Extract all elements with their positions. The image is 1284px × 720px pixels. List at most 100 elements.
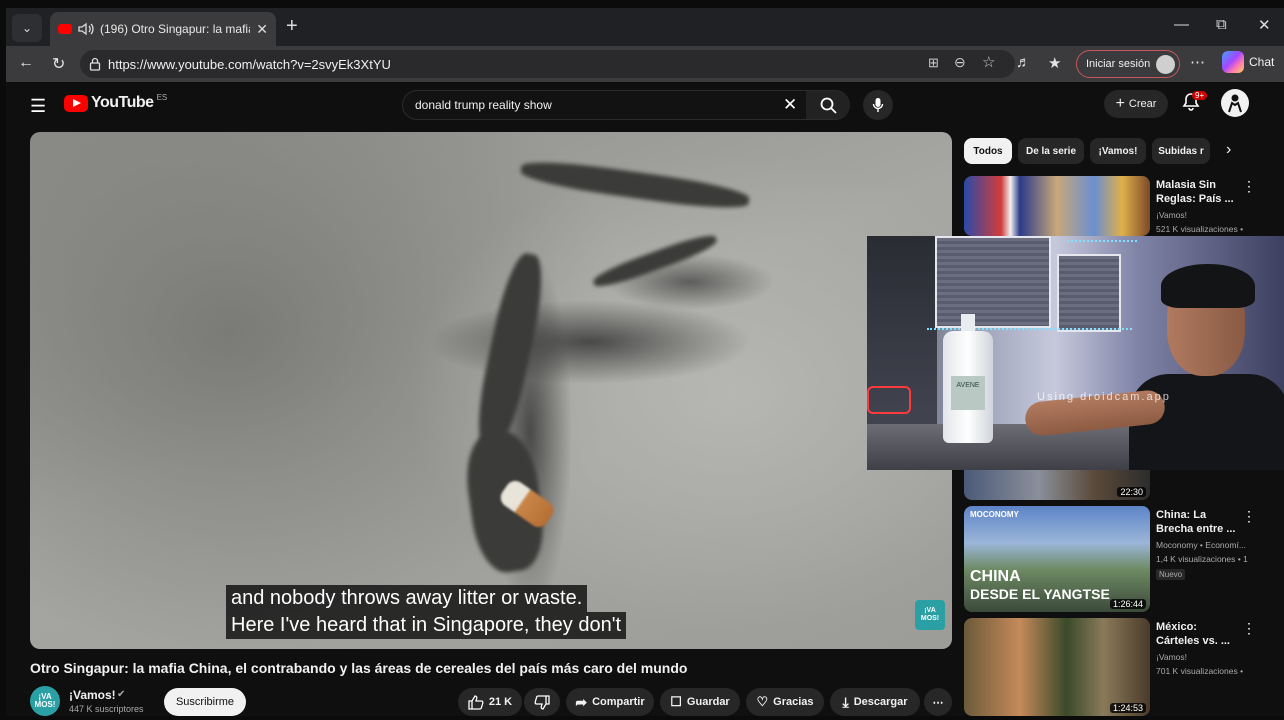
create-button[interactable]: + Crear	[1104, 90, 1168, 118]
video-duration: 1:24:53	[1109, 703, 1146, 713]
voice-search-button[interactable]	[863, 90, 893, 120]
reload-icon[interactable]: ↻	[52, 54, 65, 74]
thumbnail-text: DESDE EL YANGTSE	[970, 586, 1110, 602]
channel-watermark[interactable]: ¡VA MOS!	[915, 600, 945, 630]
microphone-icon	[872, 98, 884, 112]
pavement-crack	[590, 230, 720, 292]
signin-button[interactable]: Iniciar sesión	[1076, 50, 1180, 78]
thumbs-down-icon	[534, 694, 550, 710]
recommendation-channel[interactable]: ¡Vamos!	[1156, 208, 1256, 222]
recommendation-menu-icon[interactable]: ⋮	[1242, 508, 1256, 525]
close-window-icon[interactable]: ✕	[1258, 16, 1271, 34]
youtube-favicon-icon	[58, 24, 72, 34]
recommendation-thumbnail[interactable]: 1:24:53	[964, 618, 1150, 716]
subscribe-button[interactable]: Suscribirme	[164, 688, 246, 716]
notification-count-badge: 9+	[1192, 91, 1208, 100]
recommendation-channel[interactable]: Moconomy • Economí...	[1156, 538, 1256, 552]
channel-avatar[interactable]: ¡VA MOS!	[30, 686, 60, 716]
back-arrow-icon[interactable]: ←	[18, 54, 34, 72]
caption-overlay: and nobody throws away litter or waste. …	[226, 585, 627, 639]
dislike-button[interactable]	[524, 688, 560, 716]
like-button[interactable]: 21 K	[458, 688, 522, 716]
video-duration: 22:30	[1117, 487, 1146, 497]
url-text: https://www.youtube.com/watch?v=2svyEk3X…	[108, 57, 391, 72]
share-arrow-icon: ➦	[575, 693, 588, 710]
recommendation-thumbnail[interactable]	[964, 176, 1150, 236]
favorites-icon[interactable]: ★	[1048, 54, 1061, 72]
caption-line: and nobody throws away litter or waste.	[226, 585, 588, 612]
recommendation-views: 1,4 K visualizaciones • 1	[1156, 554, 1248, 564]
search-input[interactable]: donald trump reality show	[415, 98, 552, 112]
more-actions-button[interactable]: ⋯	[924, 688, 952, 716]
create-label: Crear	[1128, 98, 1157, 110]
verified-icon: ✔	[117, 689, 126, 700]
thumbs-up-icon	[468, 694, 484, 710]
person-silhouette-icon	[1228, 94, 1242, 113]
share-button[interactable]: ➦ Compartir	[566, 688, 654, 716]
save-label: Guardar	[686, 696, 730, 708]
bookmark-icon: ☐	[670, 694, 682, 709]
recommendation-channel[interactable]: ¡Vamos!	[1156, 650, 1256, 664]
recommendation-title[interactable]: China: La Brecha entre ...	[1156, 508, 1240, 536]
thanks-button[interactable]: ♡ Gracias	[746, 688, 824, 716]
recommendation-menu-icon[interactable]: ⋮	[1242, 178, 1256, 195]
chip-channel[interactable]: ¡Vamos!	[1090, 138, 1146, 164]
minimize-icon[interactable]: —	[1174, 16, 1189, 33]
channel-name[interactable]: ¡Vamos!	[69, 688, 116, 702]
clear-search-icon[interactable]: ✕	[783, 95, 797, 115]
chip-uploads[interactable]: Subidas r	[1152, 138, 1210, 164]
recommendation-views: 701 K visualizaciones •	[1156, 666, 1244, 676]
recommendation-thumbnail[interactable]: MOCONOMY CHINA DESDE EL YANGTSE 1:26:44	[964, 506, 1150, 612]
more-icon: ⋯	[932, 696, 944, 709]
chat-label: Chat	[1249, 55, 1275, 69]
download-button[interactable]: ⤓ Descargar	[830, 688, 920, 716]
download-label: Descargar	[853, 696, 908, 708]
window-shutter	[1057, 254, 1121, 332]
browser-tab-active[interactable]: (196) Otro Singapur: la mafia ✕	[50, 12, 276, 46]
thumbnail-brand: MOCONOMY	[970, 510, 1019, 519]
region-code: ES	[156, 92, 168, 102]
app-available-icon[interactable]: ⊞	[928, 55, 939, 71]
account-avatar[interactable]	[1221, 89, 1249, 117]
super-thanks-icon: ♡	[756, 694, 769, 709]
lock-icon	[89, 57, 101, 71]
zoom-icon[interactable]: ⊖	[954, 54, 966, 71]
youtube-logo[interactable]: YouTube ES	[64, 92, 168, 112]
search-button[interactable]	[806, 91, 850, 119]
recommendation-views: 521 K visualizaciones •	[1156, 224, 1244, 234]
hamburger-menu-icon[interactable]: ☰	[30, 96, 46, 117]
webcam-overlay: AVENE Using droidcam.app	[867, 236, 1284, 470]
pavement-crack	[519, 156, 751, 214]
video-duration: 1:26:44	[1109, 599, 1146, 609]
restore-icon[interactable]: ⧉	[1216, 16, 1227, 33]
more-options-icon[interactable]: ⋯	[1190, 53, 1205, 71]
search-box[interactable]: donald trump reality show ✕	[402, 90, 850, 120]
bottle-label: AVENE	[951, 376, 985, 410]
copilot-chat-button[interactable]: Chat	[1222, 51, 1274, 73]
like-count: 21 K	[488, 696, 513, 708]
speaker-icon[interactable]	[78, 22, 94, 36]
video-player[interactable]: and nobody throws away litter or waste. …	[30, 132, 952, 649]
thanks-label: Gracias	[773, 696, 814, 708]
recommendation-title[interactable]: México: Cárteles vs. ...	[1156, 620, 1240, 648]
profile-icon	[1156, 55, 1175, 74]
subscriber-count: 447 K suscriptores	[69, 704, 144, 714]
chip-series[interactable]: De la serie	[1018, 138, 1084, 164]
copilot-icon	[1222, 51, 1244, 73]
tab-title: (196) Otro Singapur: la mafia	[100, 22, 250, 36]
new-tab-icon[interactable]: +	[286, 15, 298, 38]
recommendation-title[interactable]: Malasia Sin Reglas: País ...	[1156, 178, 1240, 206]
chevron-down-icon: ⌄	[21, 21, 33, 35]
tab-list-button[interactable]: ⌄	[12, 14, 42, 42]
extension-icon[interactable]: ♬	[1016, 54, 1031, 71]
led-string-lights	[1067, 240, 1137, 242]
recommendation-menu-icon[interactable]: ⋮	[1242, 620, 1256, 637]
address-bar[interactable]: https://www.youtube.com/watch?v=2svyEk3X…	[80, 50, 1015, 78]
chip-all[interactable]: Todos	[964, 138, 1012, 164]
close-tab-icon[interactable]: ✕	[256, 21, 268, 38]
favorite-star-icon[interactable]: ☆	[982, 53, 995, 71]
chevron-right-icon[interactable]: ›	[1226, 141, 1231, 159]
browser-toolbar: ← ↻ https://www.youtube.com/watch?v=2svy…	[6, 46, 1284, 82]
browser-tab-strip: ⌄ (196) Otro Singapur: la mafia ✕ + — ⧉ …	[6, 8, 1284, 46]
save-button[interactable]: ☐ Guardar	[660, 688, 740, 716]
